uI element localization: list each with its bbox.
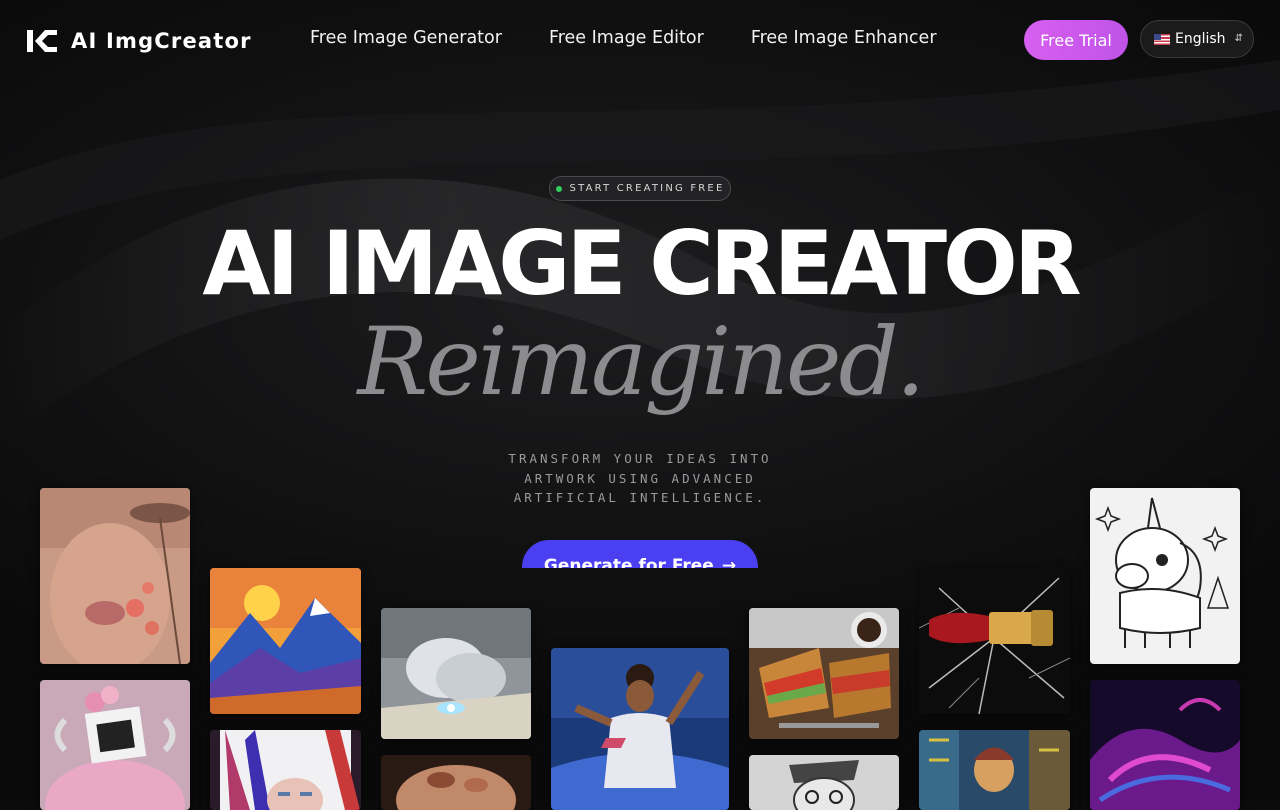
- gallery-image-stained-glass[interactable]: [919, 730, 1070, 810]
- generate-for-free-button[interactable]: Generate for Free →: [522, 540, 758, 568]
- gallery-image-lipstick-glass[interactable]: [919, 568, 1070, 714]
- gallery-image-freckled-face[interactable]: [40, 488, 190, 664]
- cta-label: Generate for Free: [543, 556, 714, 568]
- brand-logo-icon: [27, 30, 57, 52]
- gallery-image-dancer[interactable]: [551, 648, 729, 810]
- nav-free-image-enhancer[interactable]: Free Image Enhancer: [751, 28, 937, 48]
- nav-free-image-generator[interactable]: Free Image Generator: [310, 28, 502, 48]
- gallery-image-sleeping-girl[interactable]: [381, 608, 531, 739]
- brand-name: AI ImgCreator: [71, 29, 252, 53]
- gallery-image-tv-head-character[interactable]: [40, 680, 190, 810]
- us-flag-icon: [1154, 33, 1170, 45]
- gallery-image-grilled-sandwich[interactable]: [749, 608, 899, 739]
- chevron-updown-icon: ⇵: [1234, 33, 1243, 44]
- brand-logo[interactable]: AI ImgCreator: [27, 29, 252, 53]
- cta-container: Generate for Free →: [522, 540, 758, 568]
- hero-description-line: ARTWORK USING ADVANCED: [524, 470, 756, 486]
- gallery-image-neon-creature[interactable]: [1090, 680, 1240, 810]
- gallery-image-unicorn-coloring[interactable]: [1090, 488, 1240, 664]
- main-nav: Free Image Generator Free Image Editor F…: [310, 28, 937, 48]
- hero-title: AI IMAGE CREATOR: [202, 212, 1081, 315]
- hero-description-line: ARTIFICIAL INTELLIGENCE.: [513, 490, 767, 505]
- status-dot: [555, 185, 562, 192]
- site-header: AI ImgCreator Free Image Generator Free …: [0, 0, 1280, 80]
- free-trial-button[interactable]: Free Trial: [1024, 20, 1128, 60]
- language-label: English: [1175, 31, 1226, 47]
- gallery-image-hands-ring[interactable]: [381, 755, 531, 810]
- hero-subtitle: Reimagined.: [357, 308, 925, 417]
- gallery-image-sketch-portrait[interactable]: [749, 755, 899, 810]
- start-creating-badge: START CREATING FREE: [549, 176, 731, 201]
- language-selector[interactable]: English ⇵: [1140, 20, 1254, 58]
- hero-description: TRANSFORM YOUR IDEAS INTO ARTWORK USING …: [490, 449, 790, 508]
- hero-description-line: TRANSFORM YOUR IDEAS INTO: [508, 451, 772, 466]
- nav-free-image-editor[interactable]: Free Image Editor: [549, 28, 704, 48]
- gallery-image-rainbow-hair[interactable]: [210, 730, 361, 810]
- badge-label: START CREATING FREE: [569, 183, 725, 194]
- arrow-right-icon: →: [721, 556, 737, 568]
- gallery-image-painted-mountains[interactable]: [210, 568, 361, 714]
